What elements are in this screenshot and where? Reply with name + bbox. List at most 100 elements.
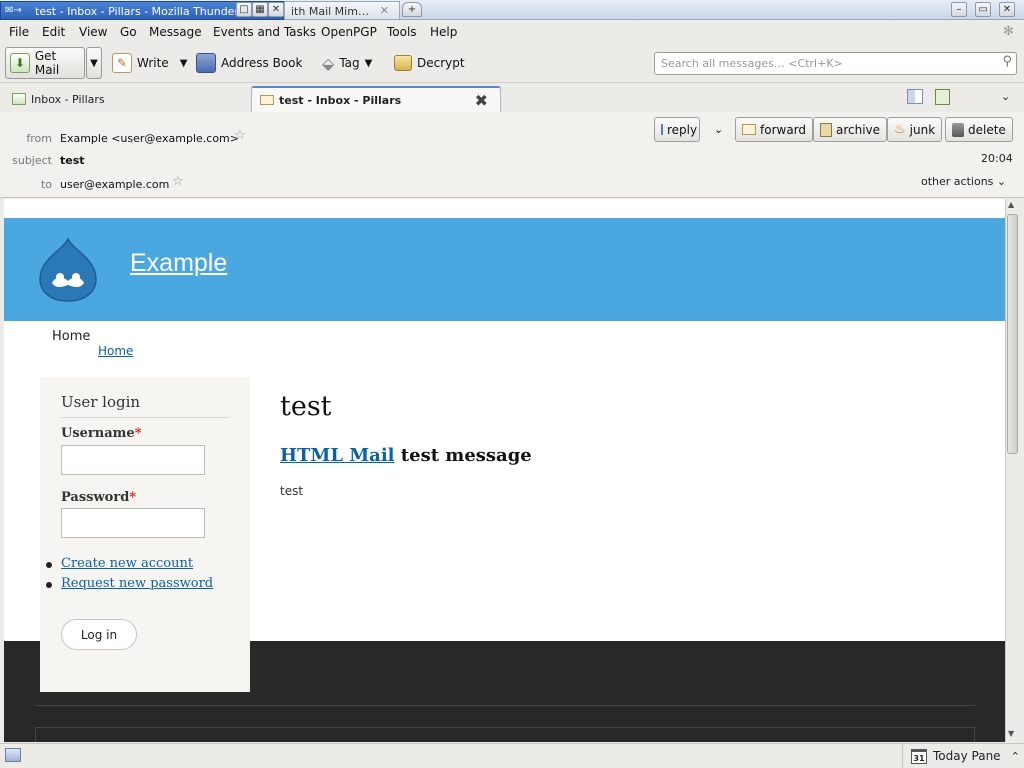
log-in-button[interactable]: Log in (61, 619, 137, 650)
site-name-link[interactable]: Example (130, 249, 227, 278)
calendar-tasks-icon[interactable] (935, 89, 950, 105)
window-title-inactive[interactable]: ith Mail Mim… ✕ (284, 1, 400, 20)
reply-label: reply (667, 122, 698, 137)
tag-label: Tag (339, 56, 360, 70)
minimize-button[interactable]: – (951, 2, 967, 17)
address-book-button[interactable]: Address Book (196, 47, 302, 79)
scroll-up-icon[interactable]: ▲ (1008, 200, 1014, 209)
tab-inbox[interactable]: Inbox - Pillars (4, 86, 250, 112)
close-icon[interactable]: ✖ (475, 91, 488, 110)
menu-file[interactable]: File (9, 25, 29, 39)
breadcrumb-title: Home (52, 329, 91, 344)
window-close-small-button[interactable]: ✕ (268, 2, 284, 17)
menu-events-tasks[interactable]: Events and Tasks (213, 25, 316, 39)
forward-icon (742, 124, 756, 135)
chevron-down-icon[interactable]: ▼ (180, 58, 188, 69)
new-tab-button[interactable]: + (402, 2, 422, 17)
get-mail-dropdown[interactable]: ▼ (86, 47, 102, 79)
layout-icon[interactable] (907, 89, 923, 104)
tab-bar: Inbox - Pillars test - Inbox - Pillars ✖… (0, 84, 1024, 112)
get-mail-label: Get Mail (34, 49, 60, 77)
main-toolbar: ⬇ Get Mail ▼ ✎ Write ▼ Address Book ⬙ Ta… (0, 43, 1024, 83)
delete-button[interactable]: delete (945, 117, 1013, 142)
to-label: to (40, 178, 52, 191)
address-book-icon (196, 53, 216, 73)
menu-view[interactable]: View (79, 25, 107, 39)
today-pane-button[interactable]: 31 Today Pane ⌃ (902, 744, 1022, 768)
subject-value: test (60, 154, 85, 167)
junk-button[interactable]: ♨ junk (887, 117, 943, 142)
reply-dropdown[interactable]: ⌄ (710, 117, 732, 142)
search-icon[interactable]: ⚲ (1002, 54, 1012, 69)
forward-button[interactable]: forward (735, 117, 814, 142)
subject-label: subject (12, 154, 52, 167)
maximize-button[interactable]: ▭ (975, 2, 991, 17)
window-restore-small-button[interactable]: □ (236, 2, 252, 17)
from-value[interactable]: Example <user@example.com> (60, 132, 239, 145)
add-icon: + (407, 4, 417, 15)
list-bullet (46, 582, 52, 588)
menu-go[interactable]: Go (120, 25, 137, 39)
request-password-link[interactable]: Request new password (61, 576, 213, 591)
scrollbar-thumb[interactable] (1007, 214, 1018, 454)
archive-button[interactable]: archive (813, 117, 888, 142)
chevron-down-icon: ⌄ (996, 175, 1007, 188)
password-label: Password* (61, 490, 136, 505)
write-button[interactable]: ✎ Write ▼ (112, 47, 187, 79)
window-title-text: test - Inbox - Pillars - Mozilla Thunder… (35, 5, 261, 18)
menu-help[interactable]: Help (430, 25, 457, 39)
html-mail-link[interactable]: HTML Mail (280, 445, 395, 466)
username-input[interactable] (61, 445, 205, 475)
write-label: Write (137, 56, 169, 70)
close-icon[interactable]: ✕ (380, 4, 389, 17)
search-placeholder: Search all messages… <Ctrl+K> (661, 57, 843, 70)
tab-message[interactable]: test - Inbox - Pillars ✖ (251, 86, 501, 112)
page-title: test (280, 391, 332, 422)
address-book-label: Address Book (221, 56, 303, 70)
username-label-text: Username (61, 426, 135, 441)
create-account-link[interactable]: Create new account (61, 556, 193, 571)
from-label: from (26, 132, 52, 145)
reply-button[interactable]: reply (654, 117, 700, 142)
reply-icon (661, 124, 663, 135)
star-icon[interactable]: ☆ (234, 128, 246, 143)
star-icon[interactable]: ☆ (172, 174, 184, 189)
chevron-down-icon: ⌄ (714, 123, 724, 136)
menu-message[interactable]: Message (149, 25, 202, 39)
message-body: Example Home Home User login Username* P… (4, 199, 1005, 742)
message-subtitle: HTML Mail test message (280, 445, 532, 466)
lock-icon (394, 55, 412, 71)
get-mail-button[interactable]: ⬇ Get Mail (5, 47, 85, 79)
scroll-down-icon[interactable]: ▼ (1008, 729, 1014, 738)
menu-openpgp[interactable]: OpenPGP (321, 25, 377, 39)
username-label: Username* (61, 426, 142, 441)
tag-button[interactable]: ⬙ Tag ▼ (322, 47, 372, 79)
chevron-down-icon[interactable]: ⌄ (1001, 90, 1010, 103)
window-tile-button[interactable]: ▦ (252, 2, 268, 17)
other-actions-button[interactable]: other actions ⌄ (921, 175, 1006, 188)
forward-label: forward (760, 122, 807, 137)
junk-label: junk (909, 122, 936, 137)
body-text: test (280, 484, 304, 498)
online-status-icon[interactable] (5, 748, 21, 762)
password-input[interactable] (61, 508, 205, 538)
other-actions-label: other actions (921, 175, 994, 188)
decrypt-button[interactable]: Decrypt (394, 47, 465, 79)
envelope-icon (260, 95, 274, 105)
to-value[interactable]: user@example.com (60, 178, 169, 191)
menu-bar: File Edit View Go Message Events and Tas… (0, 21, 1024, 43)
drupal-logo-icon[interactable] (38, 237, 98, 303)
menu-tools[interactable]: Tools (387, 25, 417, 39)
subtitle-rest: test message (400, 445, 532, 466)
required-mark: * (129, 490, 137, 505)
list-bullet (46, 562, 52, 568)
flame-icon: ♨ (894, 122, 906, 137)
inactive-title-text: ith Mail Mim… (291, 5, 369, 18)
chevron-down-icon: ▼ (90, 57, 98, 69)
search-input[interactable]: Search all messages… <Ctrl+K> ⚲ (654, 52, 1017, 75)
close-button[interactable]: ✕ (999, 2, 1015, 17)
breadcrumb-home-link[interactable]: Home (98, 344, 133, 358)
menu-edit[interactable]: Edit (42, 25, 65, 39)
today-pane-label: Today Pane (933, 749, 1001, 763)
status-bar: 31 Today Pane ⌃ (0, 743, 1024, 768)
